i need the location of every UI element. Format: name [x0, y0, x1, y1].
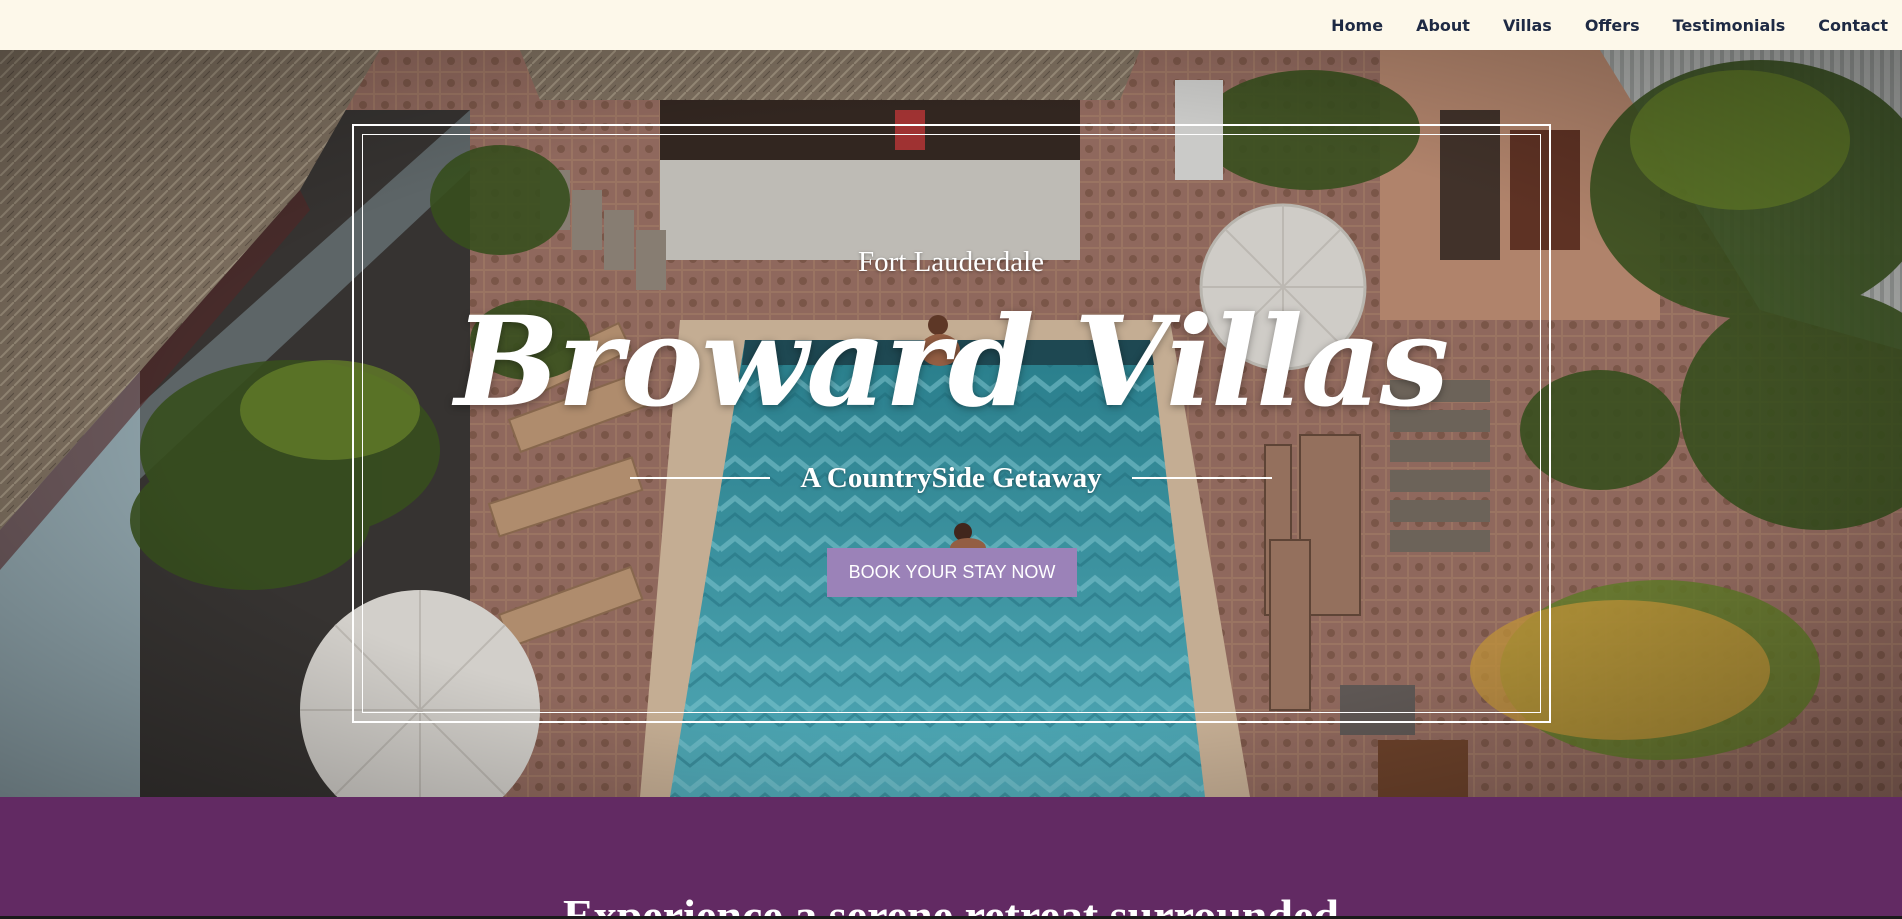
hero-section: Fort Lauderdale Broward Villas A Country…: [0, 50, 1902, 797]
nav-link-contact[interactable]: Contact: [1818, 16, 1888, 35]
hero-title: Broward Villas: [454, 290, 1450, 435]
hero-tagline: A CountrySide Getaway: [800, 461, 1102, 494]
hero-tagline-row: A CountrySide Getaway: [0, 460, 1902, 496]
book-stay-button[interactable]: BOOK YOUR STAY NOW: [827, 548, 1077, 597]
hero-location: Fort Lauderdale: [857, 246, 1044, 278]
nav-link-about[interactable]: About: [1416, 16, 1470, 35]
tagline-divider-left: [630, 477, 771, 479]
main-navigation: Home About Villas Offers Testimonials Co…: [0, 0, 1902, 50]
tagline-divider-right: [1131, 477, 1272, 479]
intro-heading: Experience a serene retreat surrounded: [563, 890, 1339, 919]
nav-link-villas[interactable]: Villas: [1503, 16, 1552, 35]
nav-link-testimonials[interactable]: Testimonials: [1673, 16, 1786, 35]
nav-link-home[interactable]: Home: [1331, 16, 1383, 35]
nav-link-offers[interactable]: Offers: [1585, 16, 1640, 35]
intro-section: Experience a serene retreat surrounded: [0, 797, 1902, 919]
hero-content: Fort Lauderdale Broward Villas A Country…: [0, 50, 1902, 797]
